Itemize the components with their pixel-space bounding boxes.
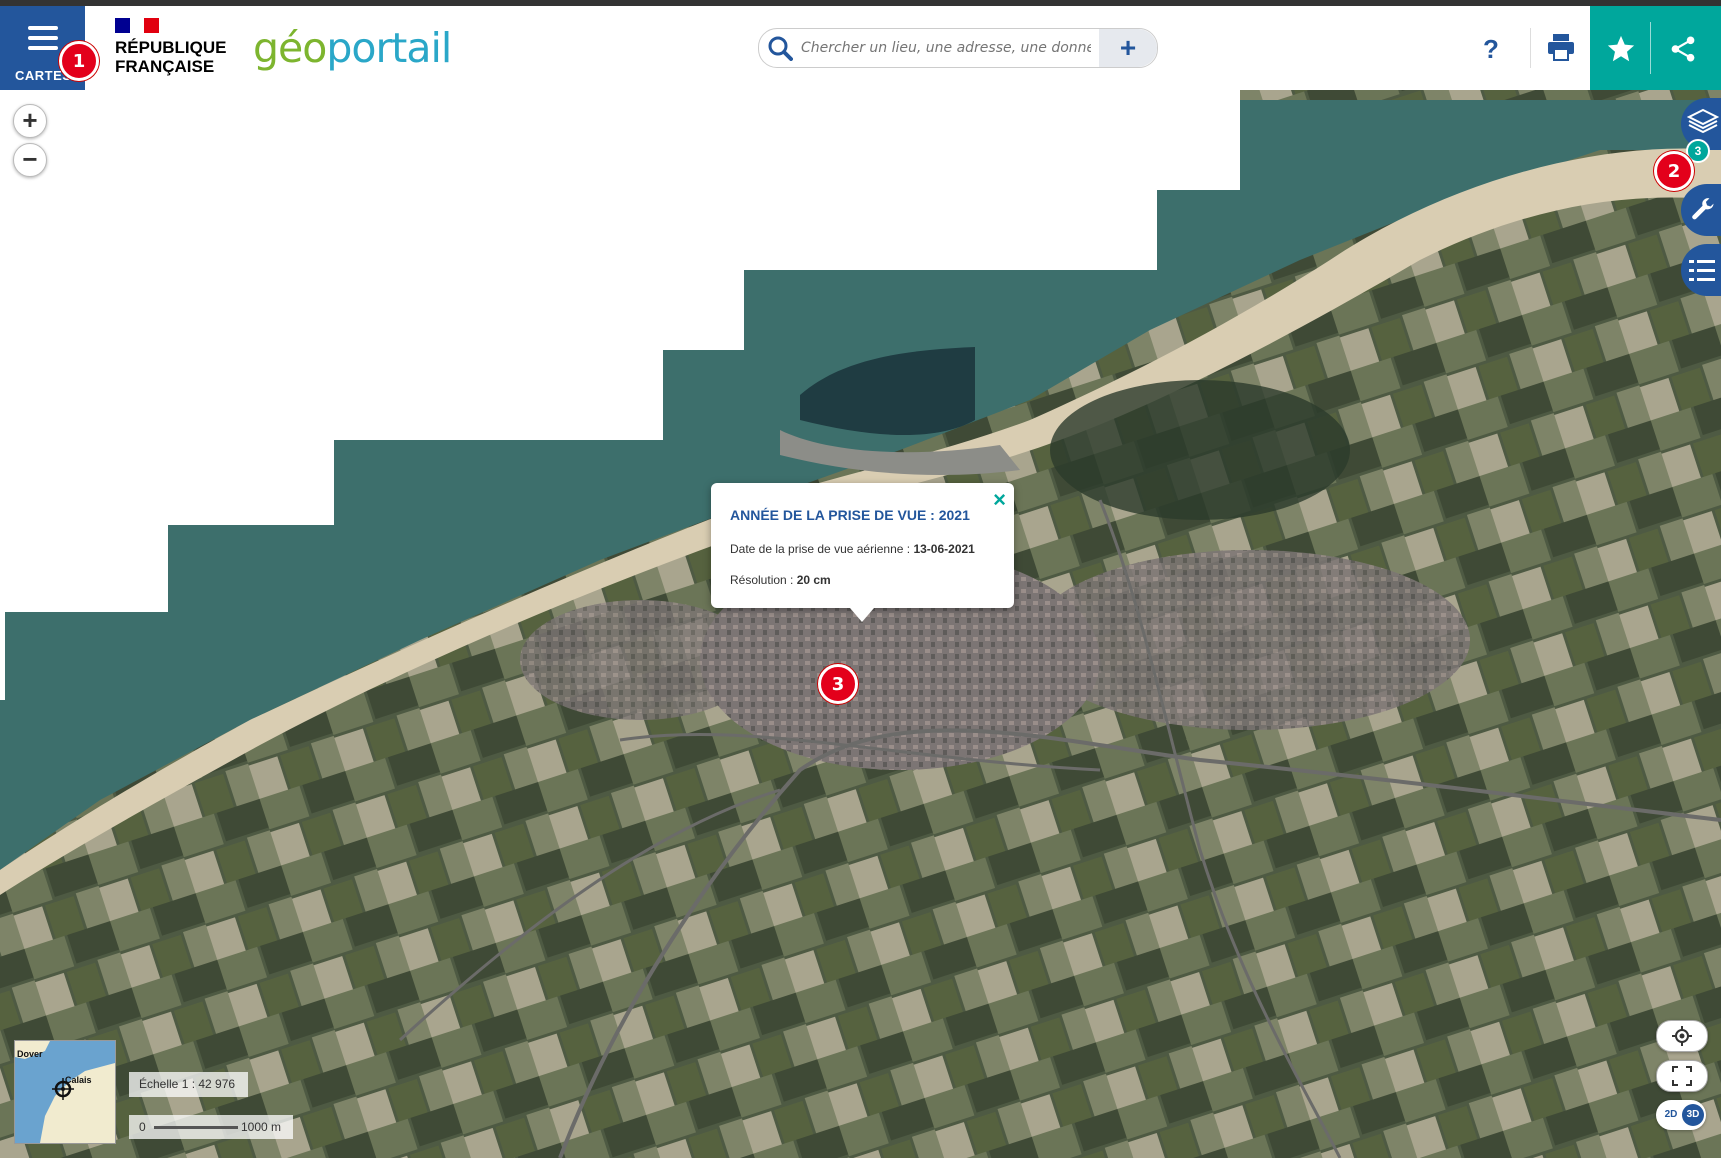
favorites-share-panel [1590, 6, 1721, 90]
minimap-label-calais: Calais [65, 1075, 92, 1085]
header-bar: CARTES RÉPUBLIQUE FRANÇAISE géoportail +… [0, 6, 1721, 90]
layers-icon [1687, 108, 1719, 134]
popup-resolution-row: Résolution : 20 cm [730, 573, 831, 587]
share-icon[interactable] [1670, 36, 1696, 62]
star-icon[interactable] [1606, 34, 1636, 64]
popup-date-label: Date de la prise de vue aérienne : [730, 542, 914, 556]
print-icon[interactable] [1546, 32, 1576, 62]
search-input[interactable] [799, 33, 1093, 63]
scale-bar-start: 0 [139, 1120, 146, 1134]
fullscreen-icon [1672, 1066, 1692, 1086]
scale-bar-end: 1000 m [241, 1120, 282, 1134]
republique-line1: RÉPUBLIQUE [115, 38, 227, 57]
logo-portail-text: portail [326, 24, 452, 72]
plus-icon: + [1119, 32, 1137, 63]
geoportail-logo[interactable]: géoportail [253, 24, 452, 72]
help-button[interactable]: ? [1483, 34, 1499, 65]
popup-date-value: 13-06-2021 [913, 542, 975, 556]
logo-geo-text: géo [253, 24, 327, 72]
popup-resolution-value: 20 cm [796, 573, 831, 587]
annotation-badge-2: 2 [1654, 151, 1694, 191]
flag-icon [115, 18, 160, 33]
republique-francaise-logo[interactable]: RÉPUBLIQUE FRANÇAISE [115, 18, 226, 76]
scale-ratio: Échelle 1 : 42 976 [129, 1072, 248, 1097]
search-options-button[interactable]: + [1099, 29, 1157, 67]
menu-icon [28, 26, 58, 56]
zoom-out-button[interactable]: − [13, 143, 47, 177]
fullscreen-button[interactable] [1656, 1060, 1708, 1092]
overview-minimap[interactable]: Dover Calais [14, 1040, 116, 1144]
legend-icon [1689, 260, 1715, 281]
popup-resolution-label: Résolution : [730, 573, 797, 587]
minimap-label-dover: Dover [17, 1049, 43, 1059]
geolocate-button[interactable] [1656, 1020, 1708, 1052]
search-icon[interactable] [767, 35, 793, 61]
zoom-in-button[interactable]: + [13, 104, 47, 138]
view-2d-button[interactable]: 2D [1660, 1104, 1682, 1126]
search-box: + [758, 28, 1158, 68]
scale-bar-line [154, 1126, 238, 1129]
view-3d-button[interactable]: 3D [1682, 1104, 1704, 1126]
annotation-badge-3: 3 [818, 664, 858, 704]
popup-title: ANNÉE DE LA PRISE DE VUE : 2021 [730, 507, 970, 523]
republique-line2: FRANÇAISE [115, 57, 215, 76]
popup-date-row: Date de la prise de vue aérienne : 13-06… [730, 542, 975, 556]
annotation-badge-1: 1 [59, 41, 99, 81]
scale-bar: 0 1000 m [129, 1115, 293, 1139]
close-icon[interactable]: × [993, 487, 1006, 513]
wrench-icon [1692, 198, 1714, 220]
locate-icon [1672, 1026, 1692, 1046]
header-divider [1530, 28, 1531, 68]
view-mode-toggle: 2D 3D [1656, 1100, 1706, 1130]
feature-info-popup: ANNÉE DE LA PRISE DE VUE : 2021 × Date d… [711, 483, 1014, 622]
